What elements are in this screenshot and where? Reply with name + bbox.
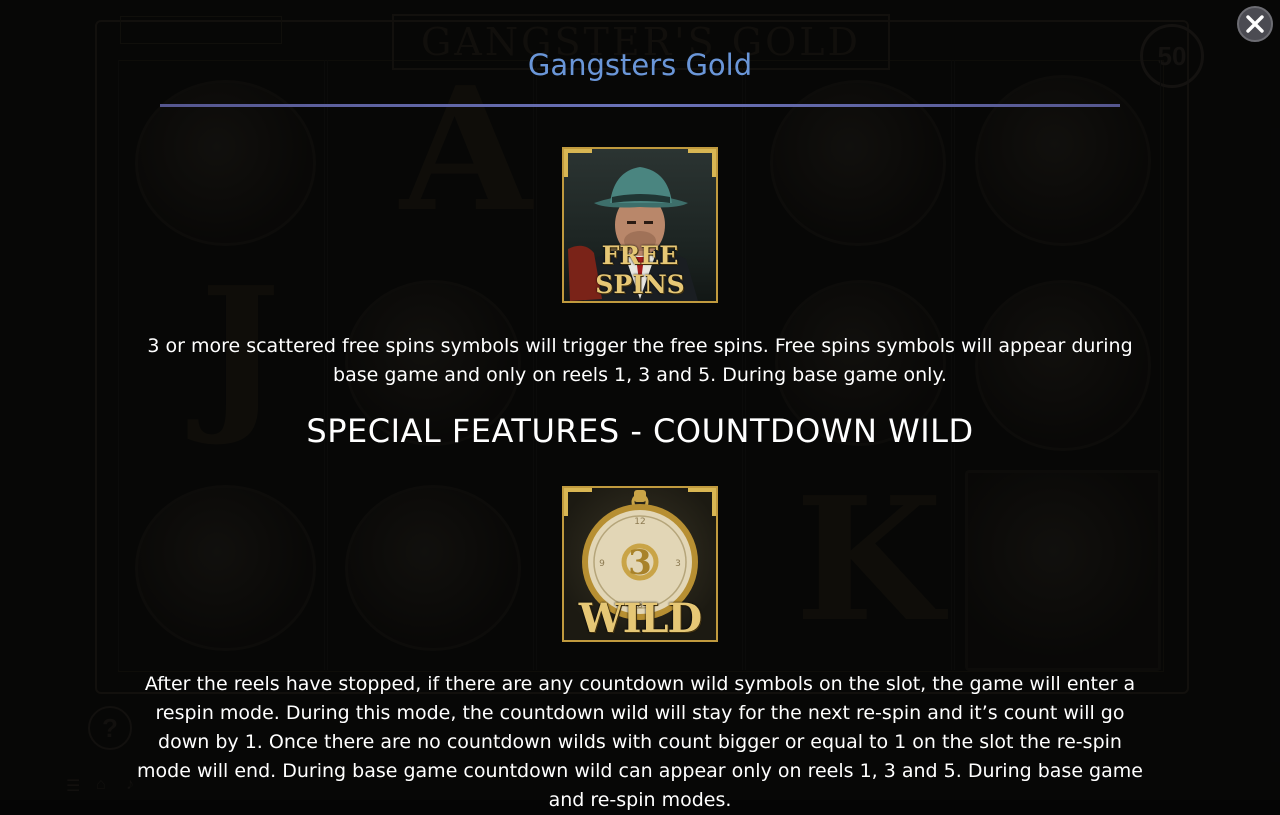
frame-corner [688, 488, 716, 516]
section-heading: SPECIAL FEATURES - COUNTDOWN WILD [306, 412, 974, 450]
svg-text:9: 9 [599, 559, 605, 569]
free-spins-symbol: FREE SPINS [562, 147, 718, 303]
svg-text:12: 12 [634, 517, 645, 527]
svg-text:3: 3 [675, 559, 681, 569]
frame-corner [564, 488, 592, 516]
free-spins-description: 3 or more scattered free spins symbols w… [147, 335, 1133, 386]
page-title: Gangsters Gold [527, 48, 753, 82]
frame-corner [688, 149, 716, 177]
close-button[interactable] [1237, 6, 1273, 42]
countdown-wild-symbol: 12 3 6 9 3 WILD [562, 486, 718, 642]
free-spins-symbol-label: FREE SPINS [595, 241, 685, 299]
countdown-number: 3 [628, 543, 652, 583]
frame-corner [564, 149, 592, 177]
title-divider [160, 104, 1120, 107]
close-icon [1246, 15, 1264, 33]
countdown-wild-description: After the reels have stopped, if there a… [137, 673, 1143, 811]
wild-symbol-label: WILD [578, 595, 702, 642]
